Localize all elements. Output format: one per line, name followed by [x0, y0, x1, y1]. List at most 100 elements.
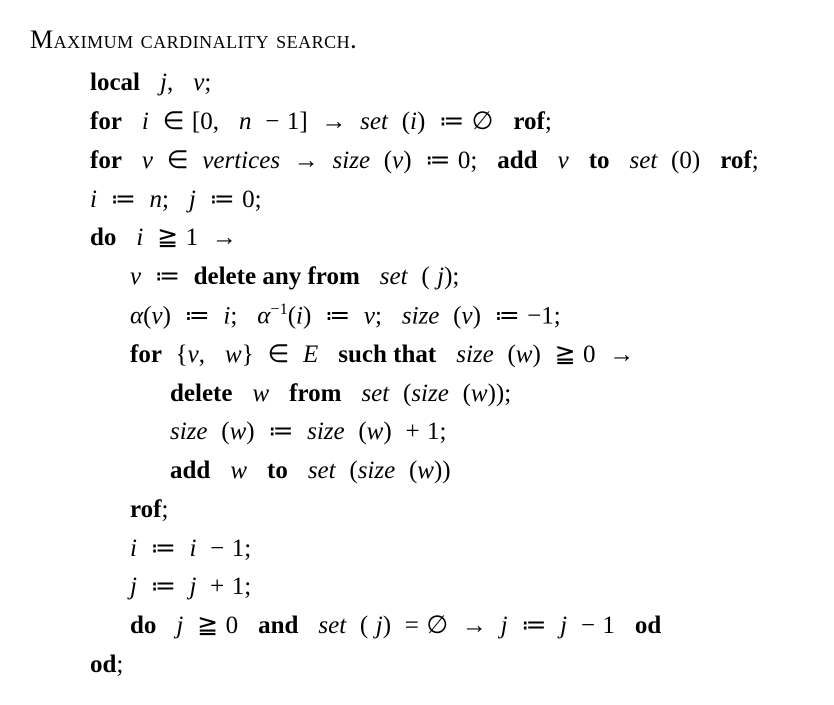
- var-i: i: [136, 224, 143, 251]
- kw-such-that: such that: [338, 341, 436, 368]
- kw-rof: rof: [720, 147, 751, 174]
- zero: 0: [226, 612, 239, 639]
- lparen: (: [463, 380, 471, 407]
- eq: =: [405, 612, 419, 639]
- var-w: w: [471, 380, 488, 407]
- lparen: (: [288, 302, 296, 329]
- rparen: ): [496, 380, 504, 407]
- var-i: i: [90, 186, 97, 213]
- sym-assign: ≔: [151, 535, 176, 562]
- var-j: j: [189, 186, 196, 213]
- rparen: ): [403, 147, 411, 174]
- sym-assign: ≔: [155, 263, 180, 290]
- var-v: v: [193, 69, 204, 96]
- fn-set: set: [630, 147, 658, 174]
- var-w: w: [367, 418, 384, 445]
- code-line: do i ≧1 →: [90, 219, 804, 258]
- neg1: −1: [527, 302, 554, 329]
- one: 1: [186, 224, 199, 251]
- rbrack: ]: [299, 108, 307, 135]
- sym-in: ∈: [163, 108, 185, 135]
- one: 1: [427, 418, 440, 445]
- fn-size: size: [307, 418, 345, 445]
- zero: 0: [458, 147, 471, 174]
- kw-delete: delete: [170, 380, 232, 407]
- sym-assign: ≔: [210, 186, 235, 213]
- code-line: for i ∈[0, n −1] → set (i) ≔∅ rof;: [90, 103, 804, 142]
- one: 1: [287, 108, 300, 135]
- sym-assign: ≔: [495, 302, 520, 329]
- code-line: j ≔ j +1;: [130, 568, 804, 607]
- zero: 0: [242, 186, 255, 213]
- var-v: v: [142, 147, 153, 174]
- semicolon: ;: [440, 418, 447, 445]
- semicolon: ;: [244, 573, 251, 600]
- lparen: (: [507, 341, 515, 368]
- plus: +: [210, 573, 224, 600]
- sym-in: ∈: [267, 341, 289, 368]
- sym-empty: ∅: [426, 612, 448, 639]
- rparen: ): [417, 108, 425, 135]
- code-line: add w to set (size (w)): [170, 452, 804, 491]
- var-v: v: [188, 341, 199, 368]
- var-w: w: [225, 341, 242, 368]
- sym-empty: ∅: [472, 108, 494, 135]
- sym-arrow: →: [609, 341, 634, 368]
- do-body: v ≔ delete any from set (j); α(v) ≔ i; α…: [90, 258, 804, 646]
- rparen: ): [303, 302, 311, 329]
- sym-geq: ≧: [197, 612, 218, 639]
- plus: +: [405, 418, 419, 445]
- minus: −: [581, 612, 595, 639]
- fn-size: size: [170, 418, 208, 445]
- sym-assign: ≔: [521, 612, 546, 639]
- kw-delete-any-from: delete any from: [194, 263, 360, 290]
- kw-for: for: [90, 108, 122, 135]
- semicolon: ;: [116, 651, 123, 678]
- var-j: j: [501, 612, 508, 639]
- kw-for: for: [90, 147, 122, 174]
- minus: −: [210, 535, 224, 562]
- comma: ,: [213, 108, 219, 135]
- var-w: w: [230, 418, 247, 445]
- var-i: i: [410, 108, 417, 135]
- var-v: v: [130, 263, 141, 290]
- var-n: n: [149, 186, 162, 213]
- semicolon: ;: [230, 302, 237, 329]
- code-line: i ≔ i −1;: [130, 530, 804, 569]
- var-j: j: [130, 573, 137, 600]
- kw-rof: rof: [513, 108, 544, 135]
- sym-assign: ≔: [185, 302, 210, 329]
- semicolon: ;: [545, 108, 552, 135]
- semicolon: ;: [161, 496, 168, 523]
- kw-to: to: [267, 457, 288, 484]
- code-line: for {v, w} ∈ E such that size (w) ≧0 →: [130, 336, 804, 375]
- var-i: i: [296, 302, 303, 329]
- sym-arrow: →: [212, 224, 237, 251]
- code-line: local j, v;: [90, 64, 804, 103]
- fn-set: set: [308, 457, 336, 484]
- code-line: i ≔ n; j ≔0;: [90, 181, 804, 220]
- kw-do: do: [130, 612, 156, 639]
- sym-assign: ≔: [325, 302, 350, 329]
- code-line: od;: [90, 646, 804, 685]
- rparen: ): [532, 341, 540, 368]
- kw-rof: rof: [130, 496, 161, 523]
- code-line: v ≔ delete any from set (j);: [130, 258, 804, 297]
- lparen: (: [384, 147, 392, 174]
- var-i: i: [189, 535, 196, 562]
- sym-in: ∈: [167, 147, 189, 174]
- lparen: (: [349, 457, 357, 484]
- semicolon: ;: [255, 186, 262, 213]
- semicolon: ;: [204, 69, 211, 96]
- sym-assign: ≔: [111, 186, 136, 213]
- lparen: (: [402, 108, 410, 135]
- kw-do: do: [90, 224, 116, 251]
- zero: 0: [583, 341, 596, 368]
- var-i: i: [142, 108, 149, 135]
- var-n: n: [239, 108, 252, 135]
- rparen: ): [163, 302, 171, 329]
- kw-to: to: [589, 147, 610, 174]
- comma: ,: [199, 341, 205, 368]
- var-v: v: [558, 147, 569, 174]
- rbrace: }: [242, 341, 254, 368]
